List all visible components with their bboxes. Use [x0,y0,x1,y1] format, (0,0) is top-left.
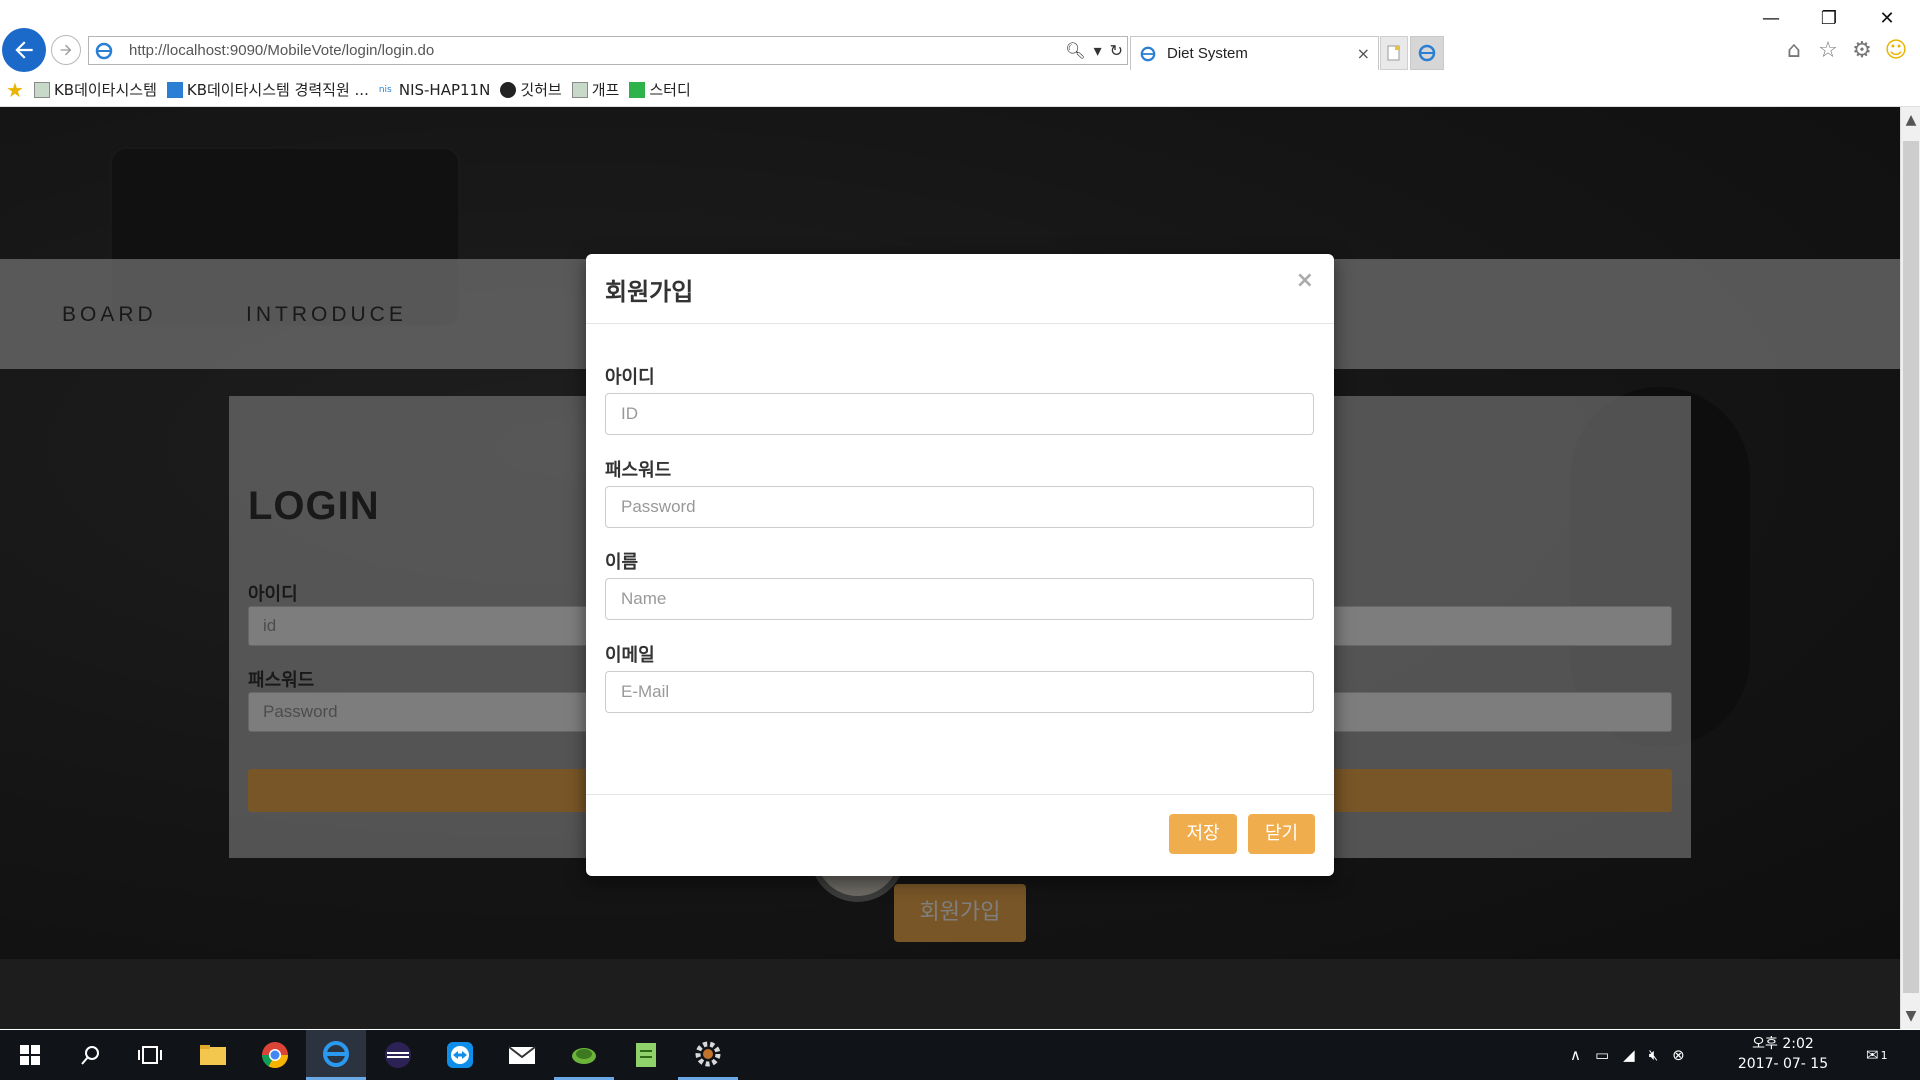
signup-name-label: 이름 [605,552,639,573]
start-button[interactable] [0,1030,60,1080]
signup-name-input[interactable]: Name [605,578,1314,620]
taskbar-teamviewer[interactable] [430,1030,490,1080]
teamviewer-icon [447,1042,473,1068]
taskbar-eclipse[interactable] [368,1030,428,1080]
modal-footer: 저장 닫기 [586,794,1334,876]
ie-page-icon [93,40,115,62]
search-icon [81,1046,99,1065]
chevron-up-icon[interactable]: ∧ [1570,1046,1581,1064]
restore-button[interactable]: ❐ [1806,2,1852,34]
smiley-feedback-icon[interactable]: ☺ [1882,36,1910,64]
signup-email-label: 이메일 [605,645,655,666]
action-center-button[interactable]: ✉ 1 [1866,1030,1888,1080]
clock-date: 2017- 07- 15 [1737,1056,1829,1072]
back-button[interactable] [2,28,46,72]
green-app-icon [629,81,646,98]
kb-icon [166,81,183,98]
close-window-button[interactable]: ✕ [1864,2,1910,34]
fav-item[interactable]: KB데이타시스템 경력직원 ... [166,79,369,100]
tab-diet-system[interactable]: Diet System × [1130,36,1379,70]
system-tray: ∧ ▭ ◢ 🔇︎ ⊗ [1570,1030,1685,1080]
fav-item[interactable]: KB데이타시스템 [33,79,157,100]
arrow-left-icon [15,41,33,59]
notification-icon: ✉ [1866,1046,1879,1064]
error-circle-icon[interactable]: ⊗ [1672,1046,1685,1064]
dropdown-icon[interactable]: ▾ [1094,39,1102,63]
fav-item[interactable]: nis NIS-HAP11N [378,81,490,99]
task-view-icon [138,1046,162,1064]
search-icon[interactable]: 🔍︎ [1065,39,1085,63]
new-tab-button[interactable] [1380,36,1408,70]
signup-id-input[interactable]: ID [605,393,1314,435]
fav-item[interactable]: 스터디 [629,79,691,100]
windows-icon [20,1045,40,1065]
fav-item[interactable]: 개프 [571,79,619,100]
tab-close-icon[interactable]: × [1357,44,1370,63]
notepad-icon [636,1043,656,1067]
url-text[interactable]: http://localhost:9090/MobileVote/login/l… [129,42,434,59]
modal-title: 회원가입 [605,278,694,306]
modal-header: 회원가입 × [586,254,1334,324]
scroll-thumb[interactable] [1903,141,1919,993]
taskbar-settings-app[interactable] [678,1030,738,1080]
volume-muted-icon[interactable]: 🔇︎ [1649,1046,1658,1064]
signup-id-label: 아이디 [605,367,655,388]
signup-password-label: 패스워드 [605,460,672,481]
browser-chrome: http://localhost:9090/MobileVote/login/l… [0,0,1920,72]
minimize-button[interactable]: — [1748,2,1794,34]
favorites-add-icon[interactable]: ★ [6,78,24,102]
signup-email-input[interactable]: E-Mail [605,671,1314,713]
settings-gear-icon[interactable]: ⚙ [1848,36,1876,64]
page-icon [33,81,50,98]
folder-icon [200,1045,226,1065]
tab-title: Diet System [1167,45,1248,62]
ie-icon [323,1040,349,1067]
refresh-icon[interactable]: ↻ [1110,39,1123,63]
clock[interactable]: 오후 2:02 2017- 07- 15 [1728,1034,1838,1074]
battery-icon[interactable]: ▭ [1595,1046,1609,1064]
signup-modal: 회원가입 × 아이디 ID 패스워드 Password 이름 Name 이메일 … [586,254,1334,876]
ie-icon [1418,44,1436,62]
vertical-scrollbar[interactable]: ▲ ▼ [1900,107,1920,1029]
notification-count: 1 [1880,1048,1888,1062]
ie-shortcut-button[interactable] [1410,36,1444,70]
ie-tab-icon [1139,45,1157,63]
taskbar-notepad-app[interactable] [616,1030,676,1080]
chrome-icon [261,1042,289,1069]
address-bar[interactable]: http://localhost:9090/MobileVote/login/l… [88,36,1128,65]
gear-icon [695,1041,721,1066]
signup-password-input[interactable]: Password [605,486,1314,528]
mail-icon [508,1046,536,1064]
taskbar: ∧ ▭ ◢ 🔇︎ ⊗ 오후 2:02 2017- 07- 15 ✉ 1 [0,1030,1920,1080]
scroll-down-icon[interactable]: ▼ [1901,1003,1920,1029]
favorites-bar: ★ KB데이타시스템 KB데이타시스템 경력직원 ... nis NIS-HAP… [0,73,1920,107]
favorites-star-icon[interactable]: ☆ [1814,36,1842,64]
scroll-up-icon[interactable]: ▲ [1901,107,1920,133]
search-button[interactable] [60,1030,120,1080]
fav-item[interactable]: 깃허브 [500,79,562,100]
nis-icon: nis [378,81,395,98]
save-button[interactable]: 저장 [1169,814,1237,854]
taskbar-chrome[interactable] [245,1030,305,1080]
modal-close-icon[interactable]: × [1296,268,1314,293]
eclipse-icon [385,1042,411,1068]
task-view-button[interactable] [120,1030,180,1080]
turtle-icon [572,1047,596,1064]
page-viewport: BOARD INTRODUCE LOGIN 아이디 id 패스워드 Passwo… [0,107,1900,1029]
wifi-icon[interactable]: ◢ [1623,1046,1635,1064]
clock-time: 오후 2:02 [1752,1036,1814,1052]
page-icon [571,81,588,98]
forward-button[interactable] [51,35,81,65]
taskbar-file-explorer[interactable] [183,1030,243,1080]
taskbar-mail[interactable] [492,1030,552,1080]
taskbar-app-turtle[interactable] [554,1030,614,1080]
arrow-right-icon [60,44,72,56]
home-icon[interactable]: ⌂ [1780,36,1808,64]
github-icon [500,81,517,98]
close-button[interactable]: 닫기 [1248,814,1315,854]
new-page-icon [1387,45,1400,61]
taskbar-internet-explorer[interactable] [306,1030,366,1080]
